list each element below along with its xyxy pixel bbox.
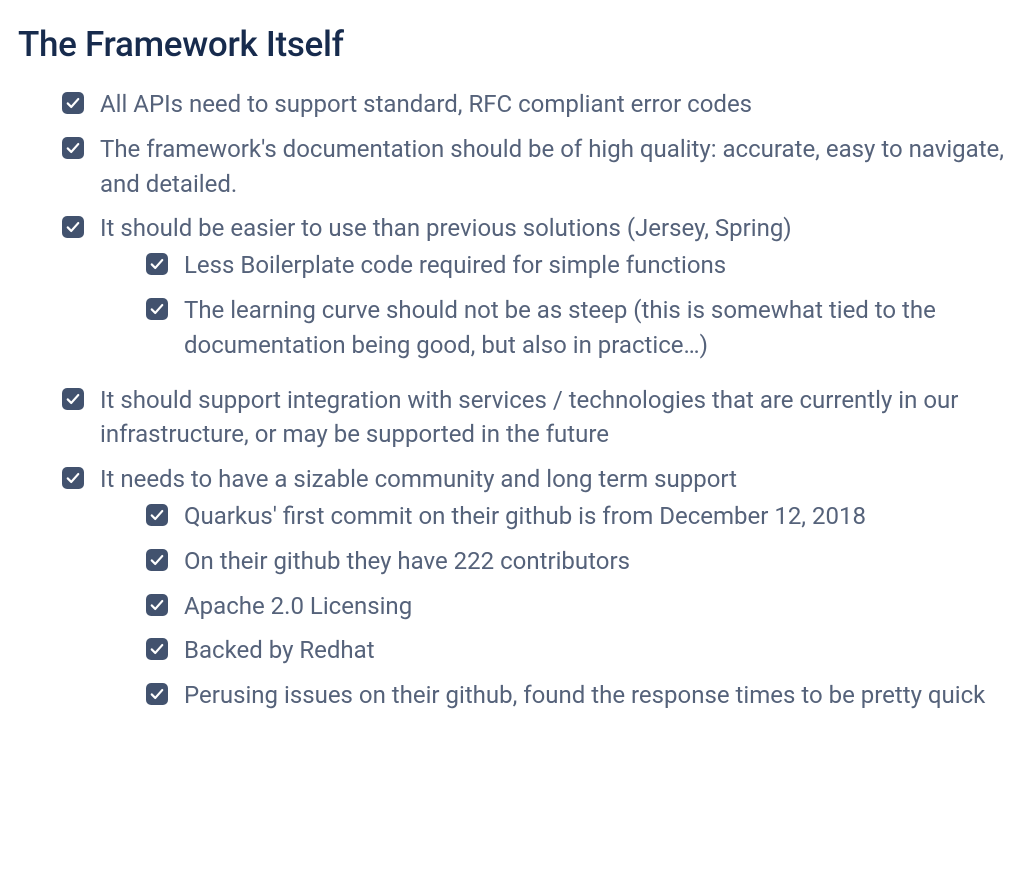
list-item: Apache 2.0 Licensing: [146, 589, 1006, 624]
list-item: Quarkus' first commit on their github is…: [146, 499, 1006, 534]
nested-checklist: Less Boilerplate code required for simpl…: [62, 248, 1006, 372]
item-text: On their github they have 222 contributo…: [184, 544, 630, 579]
item-text: The framework's documentation should be …: [100, 132, 1006, 202]
checkbox-icon[interactable]: [62, 137, 84, 159]
list-item: It should support integration with servi…: [62, 383, 1006, 453]
checkbox-icon[interactable]: [146, 549, 168, 571]
list-item: It should be easier to use than previous…: [62, 211, 1006, 372]
checkbox-icon[interactable]: [146, 298, 168, 320]
list-item: Backed by Redhat: [146, 633, 1006, 668]
item-text: The learning curve should not be as stee…: [184, 293, 1006, 363]
item-text: It should be easier to use than previous…: [100, 211, 792, 246]
checkbox-icon[interactable]: [146, 683, 168, 705]
list-item: The framework's documentation should be …: [62, 132, 1006, 202]
checkbox-icon[interactable]: [62, 388, 84, 410]
item-text: Less Boilerplate code required for simpl…: [184, 248, 726, 283]
list-item: All APIs need to support standard, RFC c…: [62, 87, 1006, 122]
checkbox-icon[interactable]: [146, 594, 168, 616]
list-item: Perusing issues on their github, found t…: [146, 678, 1006, 713]
checkbox-icon[interactable]: [146, 504, 168, 526]
item-text: All APIs need to support standard, RFC c…: [100, 87, 752, 122]
checkbox-icon[interactable]: [62, 92, 84, 114]
item-text: It needs to have a sizable community and…: [100, 462, 737, 497]
checklist: All APIs need to support standard, RFC c…: [18, 87, 1006, 723]
list-item: Less Boilerplate code required for simpl…: [146, 248, 1006, 283]
checkbox-icon[interactable]: [146, 253, 168, 275]
checkbox-icon[interactable]: [146, 638, 168, 660]
list-item: On their github they have 222 contributo…: [146, 544, 1006, 579]
item-text: Perusing issues on their github, found t…: [184, 678, 985, 713]
section-heading: The Framework Itself: [18, 24, 1006, 65]
checkbox-icon[interactable]: [62, 216, 84, 238]
item-text: Backed by Redhat: [184, 633, 375, 668]
list-item: It needs to have a sizable community and…: [62, 462, 1006, 723]
item-text: It should support integration with servi…: [100, 383, 1006, 453]
checkbox-icon[interactable]: [62, 467, 84, 489]
item-text: Apache 2.0 Licensing: [184, 589, 412, 624]
item-text: Quarkus' first commit on their github is…: [184, 499, 866, 534]
list-item: The learning curve should not be as stee…: [146, 293, 1006, 363]
nested-checklist: Quarkus' first commit on their github is…: [62, 499, 1006, 723]
